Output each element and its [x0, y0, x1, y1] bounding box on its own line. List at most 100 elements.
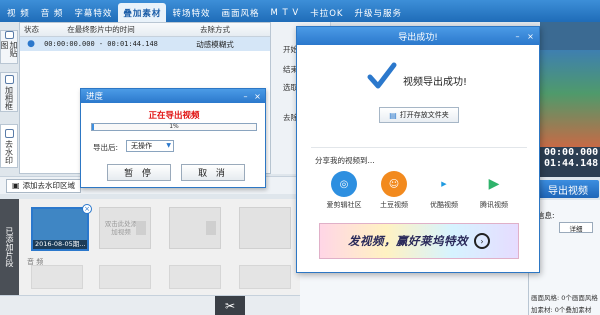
- share-label-tudou: 土豆视频: [380, 201, 408, 209]
- bottom-toolbar: [0, 295, 300, 315]
- side-tab-remove-watermark[interactable]: 去水印: [0, 124, 18, 168]
- slot-hint: 双击此处添加视频: [104, 220, 138, 236]
- list-row[interactable]: ● 00:00:00.000 - 00:01:44.148 动感模糊式: [20, 37, 270, 51]
- empty-clip-slot[interactable]: [169, 207, 221, 249]
- side-tab-label: 加相框: [4, 85, 14, 110]
- clip-thumbnail[interactable]: 2016-08-05期... ×: [31, 204, 92, 251]
- frame-icon: [4, 74, 14, 84]
- tab-mtv[interactable]: M T V: [265, 3, 304, 22]
- watermark-icon: [4, 128, 14, 138]
- export-video-button[interactable]: 导出视频: [537, 180, 599, 198]
- clip-caption: 2016-08-05期...: [33, 240, 87, 249]
- added-value: 0个叠加素材: [554, 306, 592, 314]
- success-title: 导出成功!: [398, 32, 438, 43]
- minimize-icon[interactable]: –: [512, 31, 523, 41]
- list-header: 状态 在最终影片中的时间 去除方式: [20, 23, 270, 37]
- total-time: 01:44.148: [544, 158, 599, 169]
- add-region-icon: ▣: [12, 181, 20, 190]
- success-message: 视频导出成功!: [403, 77, 468, 88]
- after-export-select[interactable]: 无操作 ▼: [126, 140, 174, 152]
- add-region-label: 添加去水印区域: [22, 181, 76, 190]
- open-folder-label: 打开存放文件夹: [399, 111, 449, 119]
- share-youku[interactable]: ▶ 优酷视频: [421, 171, 467, 210]
- sticker-icon: [4, 31, 14, 40]
- tab-upgrade-service[interactable]: 升级与服务: [349, 3, 407, 22]
- share-label-tencent: 腾讯视频: [480, 201, 508, 209]
- cancel-button[interactable]: 取 消: [181, 164, 245, 181]
- after-export-label: 导出后:: [93, 143, 119, 152]
- share-label-aijianji: 爱剪辑社区: [326, 201, 362, 209]
- added-clips-text: 已添加片段: [5, 227, 14, 267]
- side-tab-label: 加贴图: [0, 41, 18, 58]
- promo-banner-text: 发视频，赢好莱坞特效: [348, 234, 468, 248]
- added-info: 加素材: 0个叠加素材: [531, 304, 591, 314]
- close-icon[interactable]: ×: [252, 91, 263, 101]
- scissors-icon[interactable]: ✂: [215, 296, 245, 315]
- style-label: 画面风格:: [531, 294, 560, 302]
- aijianji-logo-icon: ◎: [331, 171, 357, 197]
- progress-percent: 1%: [169, 123, 179, 130]
- added-clips-label: 已添加片段: [0, 199, 19, 295]
- youku-logo-icon: ▶: [431, 171, 457, 197]
- empty-clip-slot[interactable]: [239, 207, 291, 249]
- share-label-youku: 优酷视频: [430, 201, 458, 209]
- tab-transition-effects[interactable]: 转场特效: [167, 3, 215, 22]
- side-tab-label: 去水印: [4, 139, 14, 164]
- chevron-down-icon: ▼: [166, 142, 171, 149]
- open-folder-button[interactable]: ▤ 打开存放文件夹: [379, 107, 459, 123]
- pause-button[interactable]: 暂 停: [107, 164, 171, 181]
- lower-panel: [300, 272, 528, 315]
- row-type: 动感模糊式: [196, 39, 234, 49]
- preview-timecodes: 00:00.000 01:44.148: [540, 147, 600, 177]
- after-export-value: 无操作: [131, 142, 152, 150]
- row-status-dot: ●: [27, 39, 35, 49]
- side-tab-add-frame[interactable]: 加相框: [0, 72, 18, 112]
- add-watermark-region-button[interactable]: ▣ 添加去水印区域: [6, 178, 82, 193]
- style-value: 0个画面风格: [561, 294, 598, 302]
- tudou-logo-icon: ☺: [381, 171, 407, 197]
- audio-slot[interactable]: [169, 265, 221, 289]
- share-label: 分享我的视频到...: [315, 156, 375, 165]
- row-time: 00:00:00.000 - 00:01:44.148: [44, 40, 158, 48]
- current-time: 00:00.000: [544, 147, 599, 158]
- audio-slot[interactable]: [239, 265, 291, 289]
- divider: [311, 147, 527, 148]
- tab-picture-style[interactable]: 画面风格: [216, 3, 264, 22]
- video-preview[interactable]: [540, 22, 600, 147]
- progress-bar: 1%: [91, 123, 257, 131]
- promo-banner[interactable]: 发视频，赢好莱坞特效 ›: [319, 223, 519, 259]
- remove-clip-icon[interactable]: ×: [82, 204, 92, 214]
- col-status: 状态: [24, 25, 39, 34]
- export-success-dialog: 导出成功! – × 视频导出成功! ▤ 打开存放文件夹 分享我的视频到... ◎…: [296, 26, 540, 273]
- success-title-bar: 导出成功! – ×: [297, 27, 539, 45]
- clip-date: 2016-08-05: [35, 240, 73, 248]
- progress-status: 正在导出视频: [148, 111, 200, 121]
- minimize-icon[interactable]: –: [240, 91, 251, 101]
- side-tab-add-sticker[interactable]: 加贴图: [0, 30, 18, 64]
- folder-icon: ▤: [389, 110, 397, 120]
- check-icon: [367, 62, 397, 89]
- progress-dialog: 进度 – × 正在导出视频 1% 导出后: 无操作 ▼ 暂 停 取 消: [80, 88, 266, 188]
- share-tudou[interactable]: ☺ 土豆视频: [371, 171, 417, 210]
- tab-karaoke[interactable]: 卡拉OK: [305, 3, 348, 22]
- empty-clip-slot[interactable]: 双击此处添加视频: [99, 207, 151, 249]
- close-icon[interactable]: ×: [525, 31, 536, 41]
- detail-button[interactable]: 详细: [559, 222, 593, 233]
- share-aijianji[interactable]: ◎ 爱剪辑社区: [321, 171, 367, 210]
- clip-suffix: 期...: [72, 240, 86, 248]
- tab-subtitle-effects[interactable]: 字幕特效: [69, 3, 117, 22]
- preview-frame: [540, 50, 600, 147]
- tab-video[interactable]: 视 频: [2, 3, 35, 22]
- tencent-video-logo-icon: ▶: [481, 171, 507, 197]
- tab-overlay-material[interactable]: 叠加素材: [118, 3, 167, 22]
- tab-audio[interactable]: 音 频: [36, 3, 69, 22]
- audio-slot[interactable]: [99, 265, 151, 289]
- share-tencent[interactable]: ▶ 腾讯视频: [471, 171, 517, 210]
- progress-title-bar: 进度 – ×: [81, 89, 265, 103]
- main-tab-bar: 视 频 音 频 字幕特效 叠加素材 转场特效 画面风格 M T V 卡拉OK 升…: [0, 0, 600, 22]
- audio-slot[interactable]: [31, 265, 83, 289]
- progress-title: 进度: [86, 92, 104, 102]
- added-label: 加素材:: [531, 306, 553, 314]
- col-time: 在最终影片中的时间: [67, 25, 135, 34]
- slot-arrow-icon: [206, 221, 216, 235]
